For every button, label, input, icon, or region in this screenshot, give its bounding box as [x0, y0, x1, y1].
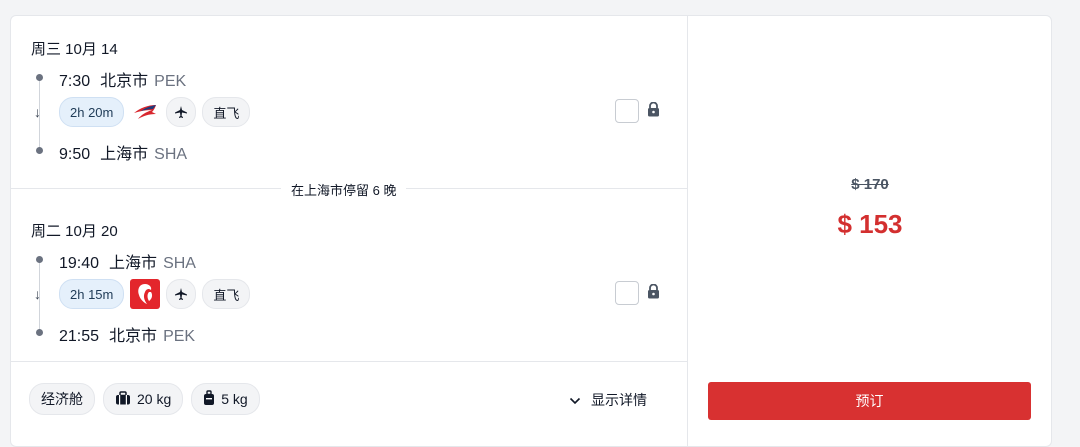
price-panel: $ 170 $ 153 预订	[687, 16, 1051, 446]
departure-dot	[36, 74, 43, 81]
carry-on-chip: 5 kg	[191, 383, 260, 415]
direct-flight-chip: 直飞	[202, 97, 251, 127]
return-arrival: 21:55 北京市 PEK	[59, 322, 195, 346]
original-price: $ 170	[851, 176, 889, 193]
arrival-time: 9:50	[59, 146, 91, 163]
flight-result-card: 周三 10月 14 7:30 北京市 PEK ↓ 2h 20m 直飞 9:50 …	[10, 15, 1052, 447]
carry-on-weight: 5 kg	[221, 391, 248, 407]
arrival-time: 21:55	[59, 328, 100, 345]
plane-icon	[166, 97, 197, 127]
arrival-dot	[36, 147, 43, 154]
carry-on-bag-icon	[203, 389, 215, 409]
book-button[interactable]: 预订	[708, 382, 1031, 420]
arrival-city: 北京市	[109, 328, 158, 345]
return-info-chips: 2h 15m 直飞	[59, 279, 251, 309]
current-price: $ 153	[837, 209, 903, 239]
departure-dot	[36, 256, 43, 263]
lock-icon	[647, 101, 660, 122]
departure-code: PEK	[154, 73, 187, 90]
checked-baggage-weight: 20 kg	[137, 391, 172, 407]
outbound-info-chips: 2h 20m 直飞	[59, 97, 251, 127]
show-details-toggle[interactable]: 显示详情	[569, 390, 647, 410]
departure-code: SHA	[163, 255, 196, 272]
lock-icon	[647, 283, 660, 304]
departure-city: 上海市	[109, 255, 158, 272]
departure-city: 北京市	[100, 73, 149, 90]
arrow-down-icon: ↓	[34, 104, 41, 120]
china-eastern-logo-icon	[130, 97, 160, 127]
cabin-class-label: 经济舱	[41, 391, 83, 407]
outbound-arrival: 9:50 上海市 SHA	[59, 140, 187, 164]
outbound-segment: 周三 10月 14 7:30 北京市 PEK ↓ 2h 20m 直飞 9:50 …	[11, 16, 687, 189]
arrival-dot	[36, 329, 43, 336]
air-china-logo-icon	[130, 279, 161, 309]
suitcase-icon	[115, 390, 131, 408]
outbound-date: 周三 10月 14	[31, 41, 118, 58]
duration-chip: 2h 20m	[59, 97, 125, 127]
departure-time: 7:30	[59, 73, 91, 90]
cabin-class-chip: 经济舱	[29, 383, 95, 415]
fare-lock-checkbox[interactable]	[615, 281, 639, 305]
chevron-down-icon	[569, 392, 581, 408]
baggage-info: 经济舱 20 kg 5 kg	[29, 383, 260, 415]
baggage-divider	[11, 361, 687, 362]
arrival-city: 上海市	[100, 146, 149, 163]
arrival-code: SHA	[154, 146, 188, 163]
outbound-departure: 7:30 北京市 PEK	[59, 67, 186, 91]
return-segment: 周二 10月 20 19:40 上海市 SHA ↓ 2h 15m 直飞 21:5…	[11, 189, 687, 361]
show-details-label: 显示详情	[591, 392, 647, 408]
duration-chip: 2h 15m	[59, 279, 125, 309]
checked-baggage-chip: 20 kg	[103, 383, 184, 415]
direct-flight-chip: 直飞	[202, 279, 251, 309]
departure-time: 19:40	[59, 255, 100, 272]
arrow-down-icon: ↓	[34, 286, 41, 302]
arrival-code: PEK	[163, 328, 196, 345]
return-date: 周二 10月 20	[31, 223, 118, 240]
plane-icon	[166, 279, 197, 309]
itinerary-panel: 周三 10月 14 7:30 北京市 PEK ↓ 2h 20m 直飞 9:50 …	[11, 16, 687, 446]
return-departure: 19:40 上海市 SHA	[59, 249, 196, 273]
fare-lock-checkbox[interactable]	[615, 99, 639, 123]
